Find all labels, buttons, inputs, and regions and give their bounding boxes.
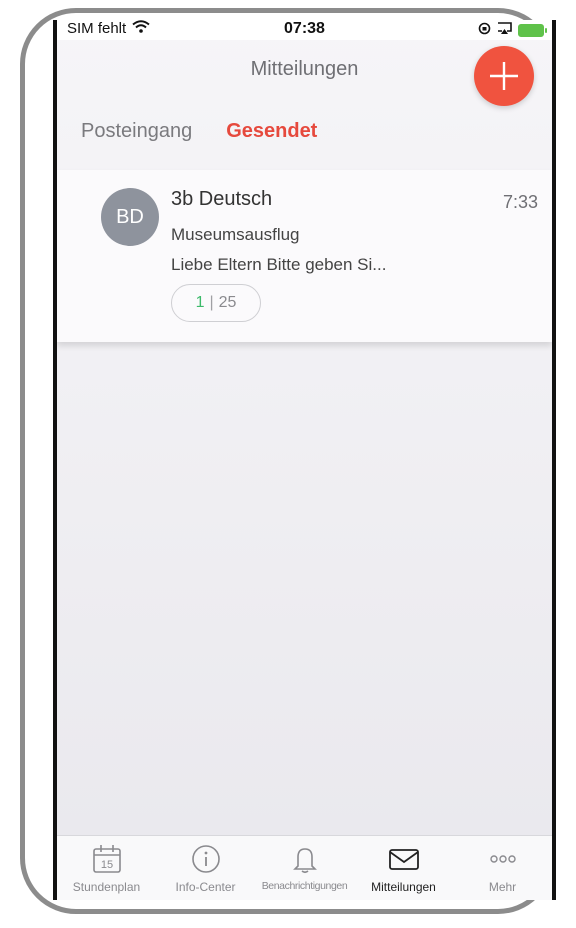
tab-mitteilungen-label: Mitteilungen xyxy=(371,880,436,894)
mailbox-tabs: Posteingang Gesendet xyxy=(81,120,317,143)
total-count: 25 xyxy=(218,294,237,311)
tab-benachrichtigungen-label: Benachrichtigungen xyxy=(261,880,348,892)
message-list-item[interactable]: BD 3b Deutsch 7:33 Museumsausflug Liebe … xyxy=(57,170,552,342)
battery-icon xyxy=(518,24,547,37)
plus-icon xyxy=(490,62,518,90)
bottom-tab-bar: 15 Stundenplan Info-Center Benachrichtig… xyxy=(57,835,552,900)
status-right xyxy=(478,22,547,39)
tab-info-center-label: Info-Center xyxy=(175,880,236,894)
tab-sent[interactable]: Gesendet xyxy=(226,120,317,143)
info-icon xyxy=(191,842,221,876)
bell-icon xyxy=(290,842,320,876)
read-count: 1 xyxy=(195,294,205,311)
tab-inbox[interactable]: Posteingang xyxy=(81,120,192,143)
app-screen: SIM fehlt 07:38 Mitteilungen Posteingang… xyxy=(53,20,556,900)
screen-mirroring-icon xyxy=(497,22,512,39)
message-sender: 3b Deutsch xyxy=(171,188,273,210)
more-icon xyxy=(488,842,518,876)
tab-mehr-label: Mehr xyxy=(488,880,517,894)
tab-benachrichtigungen[interactable]: Benachrichtigungen xyxy=(255,836,354,900)
read-separator: | xyxy=(209,294,214,311)
read-status-badge[interactable]: 1 | 25 xyxy=(171,284,261,322)
envelope-icon xyxy=(388,842,420,876)
calendar-day-label: 15 xyxy=(100,859,112,871)
avatar: BD xyxy=(101,188,159,246)
orientation-lock-icon xyxy=(478,22,491,39)
tab-mehr[interactable]: Mehr xyxy=(453,836,552,900)
tab-stundenplan-label: Stundenplan xyxy=(72,880,141,894)
message-preview: Liebe Eltern Bitte geben Si... xyxy=(171,255,387,274)
tab-info-center[interactable]: Info-Center xyxy=(156,836,255,900)
status-bar: SIM fehlt 07:38 xyxy=(57,20,552,40)
tab-stundenplan[interactable]: 15 Stundenplan xyxy=(57,836,156,900)
message-subject: Museumsausflug xyxy=(171,225,300,244)
compose-button[interactable] xyxy=(474,46,534,106)
message-time: 7:33 xyxy=(502,192,538,212)
tab-mitteilungen[interactable]: Mitteilungen xyxy=(354,836,453,900)
calendar-icon: 15 xyxy=(92,842,122,876)
